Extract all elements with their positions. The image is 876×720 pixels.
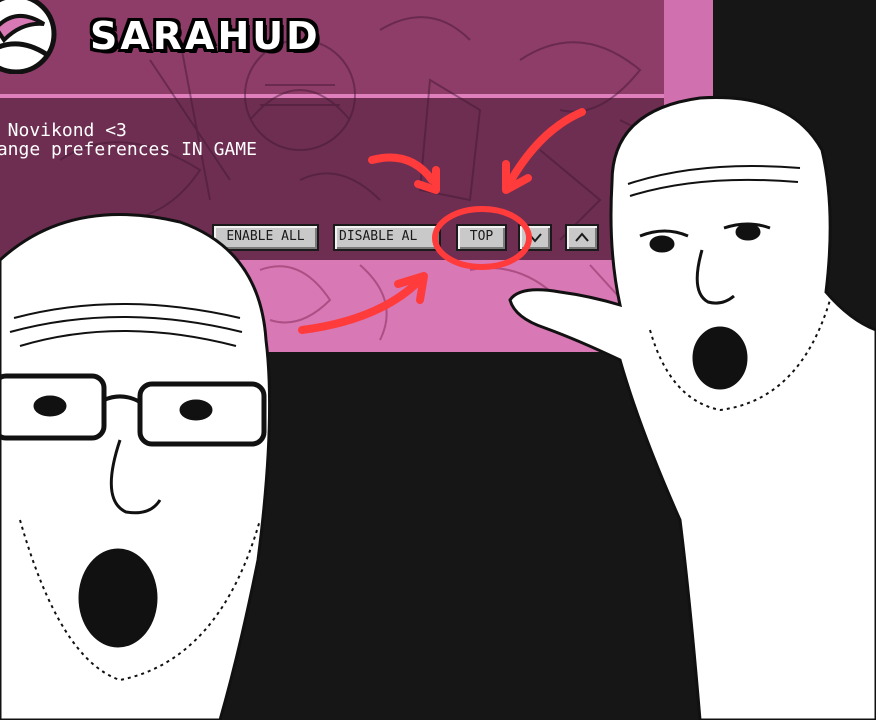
- mod-menu-window: SARAHUD y Novikond <3 hange preferences …: [0, 0, 713, 352]
- app-title: SARAHUD: [90, 14, 321, 58]
- chevron-up-icon: [575, 232, 589, 242]
- credit-text: y Novikond <3: [0, 120, 127, 141]
- meme-canvas: SARAHUD y Novikond <3 hange preferences …: [0, 0, 876, 720]
- chevron-down-icon: [528, 233, 542, 243]
- move-up-button[interactable]: [565, 224, 599, 251]
- top-button[interactable]: TOP: [456, 224, 507, 251]
- sarahud-logo-icon: [0, 0, 57, 74]
- move-down-button[interactable]: [518, 224, 552, 251]
- window-edge-stripe: [664, 0, 713, 260]
- preferences-hint-text: hange preferences IN GAME: [0, 139, 257, 160]
- disable-all-button[interactable]: DISABLE AL: [333, 224, 441, 251]
- enable-all-button[interactable]: ENABLE ALL: [212, 224, 319, 251]
